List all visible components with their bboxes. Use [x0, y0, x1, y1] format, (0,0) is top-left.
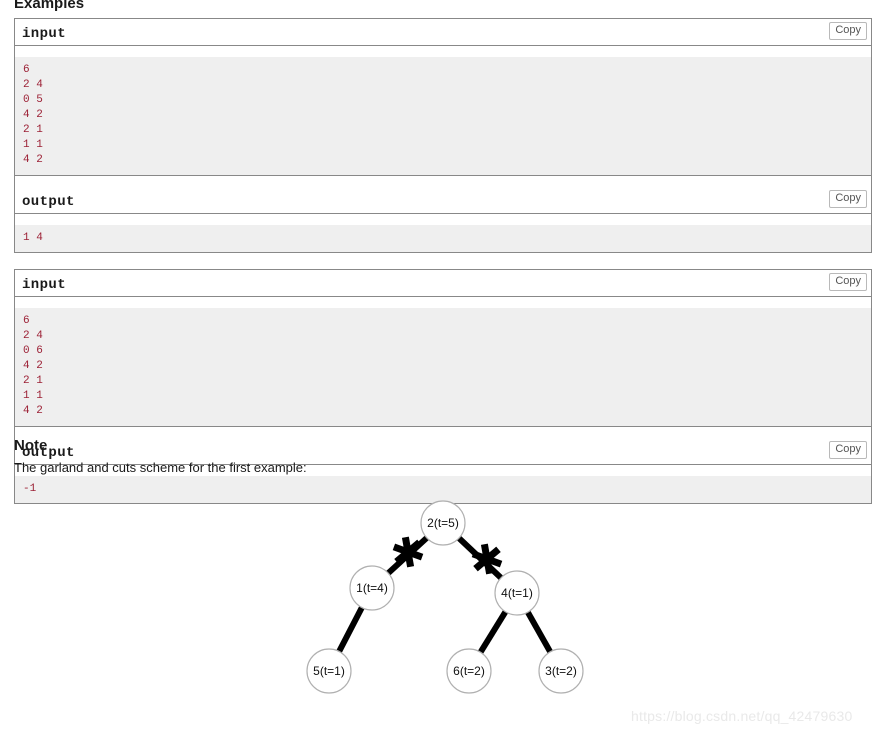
- output-title-bar: output Copy: [15, 187, 871, 214]
- cut-mark-icon: [471, 543, 503, 575]
- sample-tests-container: input Copy 6 2 4 0 5 4 2 2 1 1 1 4 2 out…: [14, 18, 872, 520]
- input-title-bar: input Copy: [15, 270, 871, 297]
- tree-node: 1(t=4): [349, 565, 395, 611]
- tree-node-label: 2(t=5): [427, 516, 459, 530]
- note-heading: Note: [14, 437, 48, 454]
- input-label: input: [22, 26, 67, 42]
- input-title-bar: input Copy: [15, 19, 871, 46]
- copy-output-button[interactable]: Copy: [829, 190, 867, 208]
- tree-node-label: 4(t=1): [501, 586, 533, 600]
- watermark-text: https://blog.csdn.net/qq_42479630: [631, 708, 853, 724]
- sample-test-block: input Copy 6 2 4 0 5 4 2 2 1 1 1 4 2 out…: [14, 18, 872, 253]
- tree-nodes-layer: 2(t=5) 1(t=4) 4(t=1) 5(t=1) 6(t=2) 3(t=2): [306, 500, 584, 694]
- copy-input-button[interactable]: Copy: [829, 22, 867, 40]
- tree-node-label: 1(t=4): [356, 581, 388, 595]
- problem-statement-page: Examples input Copy 6 2 4 0 5 4 2 2 1 1 …: [0, 0, 885, 735]
- tree-edge: [524, 609, 554, 655]
- output-content: 1 4: [15, 225, 871, 253]
- copy-input-button[interactable]: Copy: [829, 273, 867, 291]
- tree-node: 3(t=2): [538, 648, 584, 694]
- garland-tree-figure: 2(t=5) 1(t=4) 4(t=1) 5(t=1) 6(t=2) 3(t=2): [306, 500, 584, 694]
- output-label: output: [22, 194, 75, 210]
- examples-heading: Examples: [14, 0, 85, 12]
- input-content: 6 2 4 0 6 4 2 2 1 1 1 4 2: [15, 308, 871, 427]
- note-text: The garland and cuts scheme for the firs…: [14, 460, 307, 475]
- tree-node: 4(t=1): [494, 570, 540, 616]
- cut-mark-icon: [392, 536, 424, 568]
- tree-node: 2(t=5): [420, 500, 466, 546]
- input-content: 6 2 4 0 5 4 2 2 1 1 1 4 2: [15, 57, 871, 176]
- tree-node: 6(t=2): [446, 648, 492, 694]
- tree-node: 5(t=1): [306, 648, 352, 694]
- tree-node-label: 5(t=1): [313, 664, 345, 678]
- input-label: input: [22, 277, 67, 293]
- tree-node-label: 3(t=2): [545, 664, 577, 678]
- tree-node-label: 6(t=2): [453, 664, 485, 678]
- tree-edge: [477, 609, 509, 655]
- tree-edge: [335, 605, 366, 654]
- copy-output-button[interactable]: Copy: [829, 441, 867, 459]
